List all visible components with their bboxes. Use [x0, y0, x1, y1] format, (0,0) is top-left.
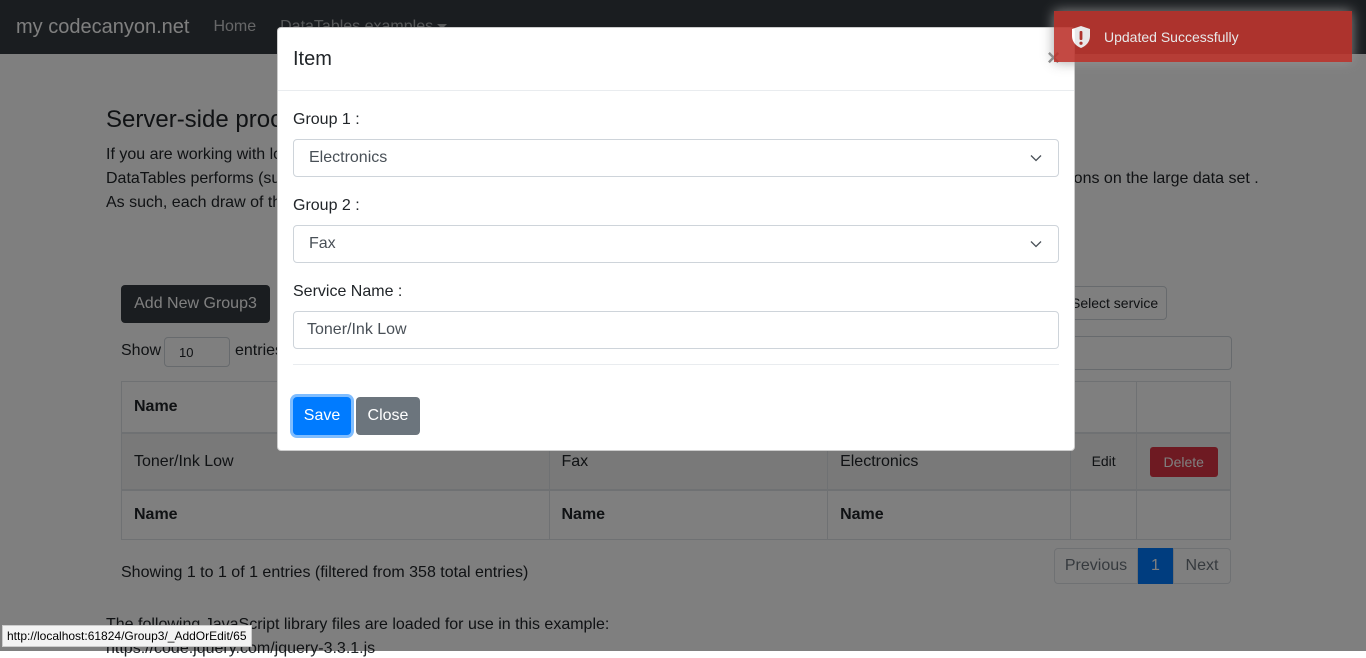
- chevron-down-icon: [1030, 155, 1042, 162]
- group2-select[interactable]: Fax: [293, 225, 1059, 263]
- toast-message: Updated Successfully: [1104, 28, 1239, 45]
- group1-label: Group 1 :: [293, 111, 360, 128]
- chevron-down-icon: [1030, 241, 1042, 248]
- modal-title: Item: [293, 48, 332, 70]
- warning-shield-icon: [1072, 25, 1090, 48]
- service-name-value: Toner/Ink Low: [307, 321, 407, 338]
- toast-notification[interactable]: Updated Successfully: [1054, 11, 1352, 62]
- item-modal: Item × Group 1 : Electronics Group 2 : F…: [277, 27, 1075, 451]
- group1-value: Electronics: [309, 149, 388, 166]
- group2-label: Group 2 :: [293, 197, 360, 214]
- close-button[interactable]: Close: [356, 397, 420, 435]
- status-url: http://localhost:61824/Group3/_AddOrEdit…: [7, 629, 247, 643]
- browser-status-bar: http://localhost:61824/Group3/_AddOrEdit…: [2, 625, 252, 647]
- service-name-label: Service Name :: [293, 283, 403, 300]
- group2-value: Fax: [309, 235, 336, 252]
- service-name-input[interactable]: Toner/Ink Low: [293, 311, 1059, 349]
- modal-divider: [293, 364, 1059, 365]
- modal-header: Item ×: [278, 28, 1074, 91]
- group1-select[interactable]: Electronics: [293, 139, 1059, 177]
- save-button[interactable]: Save: [293, 397, 351, 435]
